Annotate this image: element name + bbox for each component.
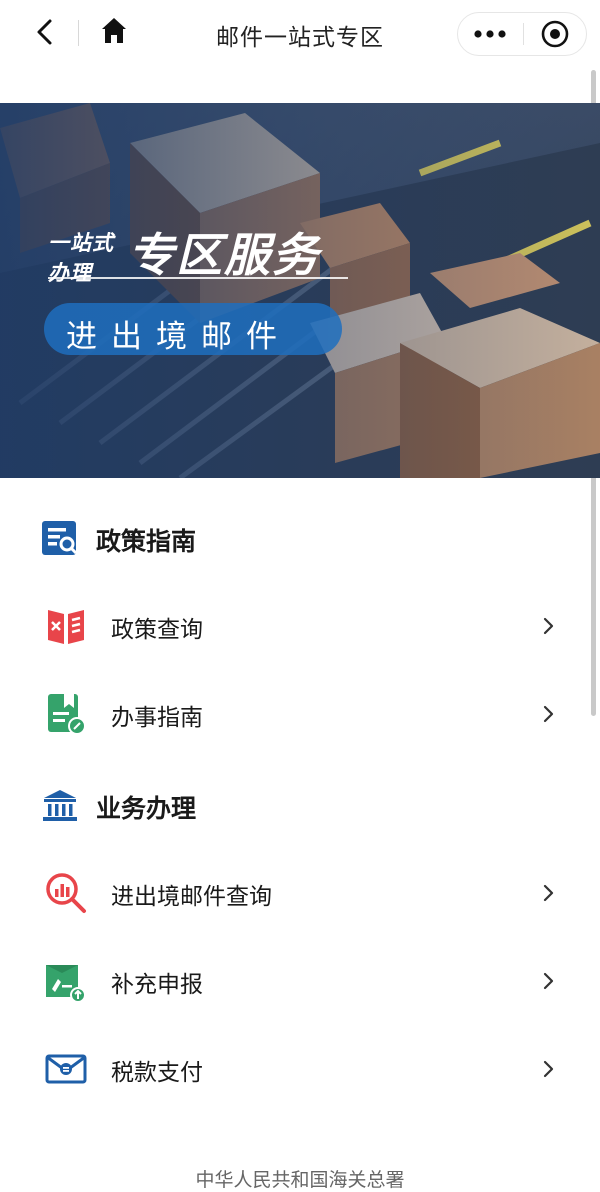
chevron-right-icon [543,705,554,723]
banner: 一站式 办理 专区服务 进出境邮件 [0,103,600,478]
item-label: 进出境邮件查询 [111,884,272,910]
list-item-mail-query[interactable]: 进出境邮件查询 [0,857,600,927]
banner-illustration [0,103,600,478]
policy-guide-icon [42,521,78,555]
list-item-supplementary-declaration[interactable]: 补充申报 [0,945,600,1015]
banner-tag-top: 一站式 [48,231,114,255]
section-title-business: 业务办理 [96,794,197,823]
section-title-policy: 政策指南 [96,527,197,556]
envelope-tax-icon [45,1054,87,1084]
upload-document-icon [46,965,86,1003]
policy-book-icon [48,610,84,644]
more-icon[interactable] [458,13,522,55]
magnifier-chart-icon [46,873,86,913]
target-icon[interactable] [524,13,586,55]
chevron-right-icon [543,1060,554,1078]
chevron-right-icon [543,884,554,902]
footer-organization: 中华人民共和国海关总署 [195,1169,405,1191]
banner-underline [48,277,348,279]
nav-bar: 邮件一站式专区 [0,0,600,64]
banner-title: 专区服务 [128,228,320,282]
banner-subtitle: 进出境邮件 [66,319,291,355]
banner-tag-bottom: 办理 [48,261,92,285]
chevron-right-icon [543,617,554,635]
chevron-right-icon [543,972,554,990]
item-label: 办事指南 [111,705,203,731]
mini-program-capsule [457,12,587,56]
item-label: 政策查询 [111,617,203,643]
government-building-icon [43,790,77,821]
list-item-guide[interactable]: 办事指南 [0,678,600,748]
list-item-policy-query[interactable]: 政策查询 [0,590,600,660]
item-label: 税款支付 [111,1060,203,1086]
item-label: 补充申报 [111,972,203,998]
list-item-tax-payment[interactable]: 税款支付 [0,1033,600,1103]
guide-document-icon [48,694,86,735]
